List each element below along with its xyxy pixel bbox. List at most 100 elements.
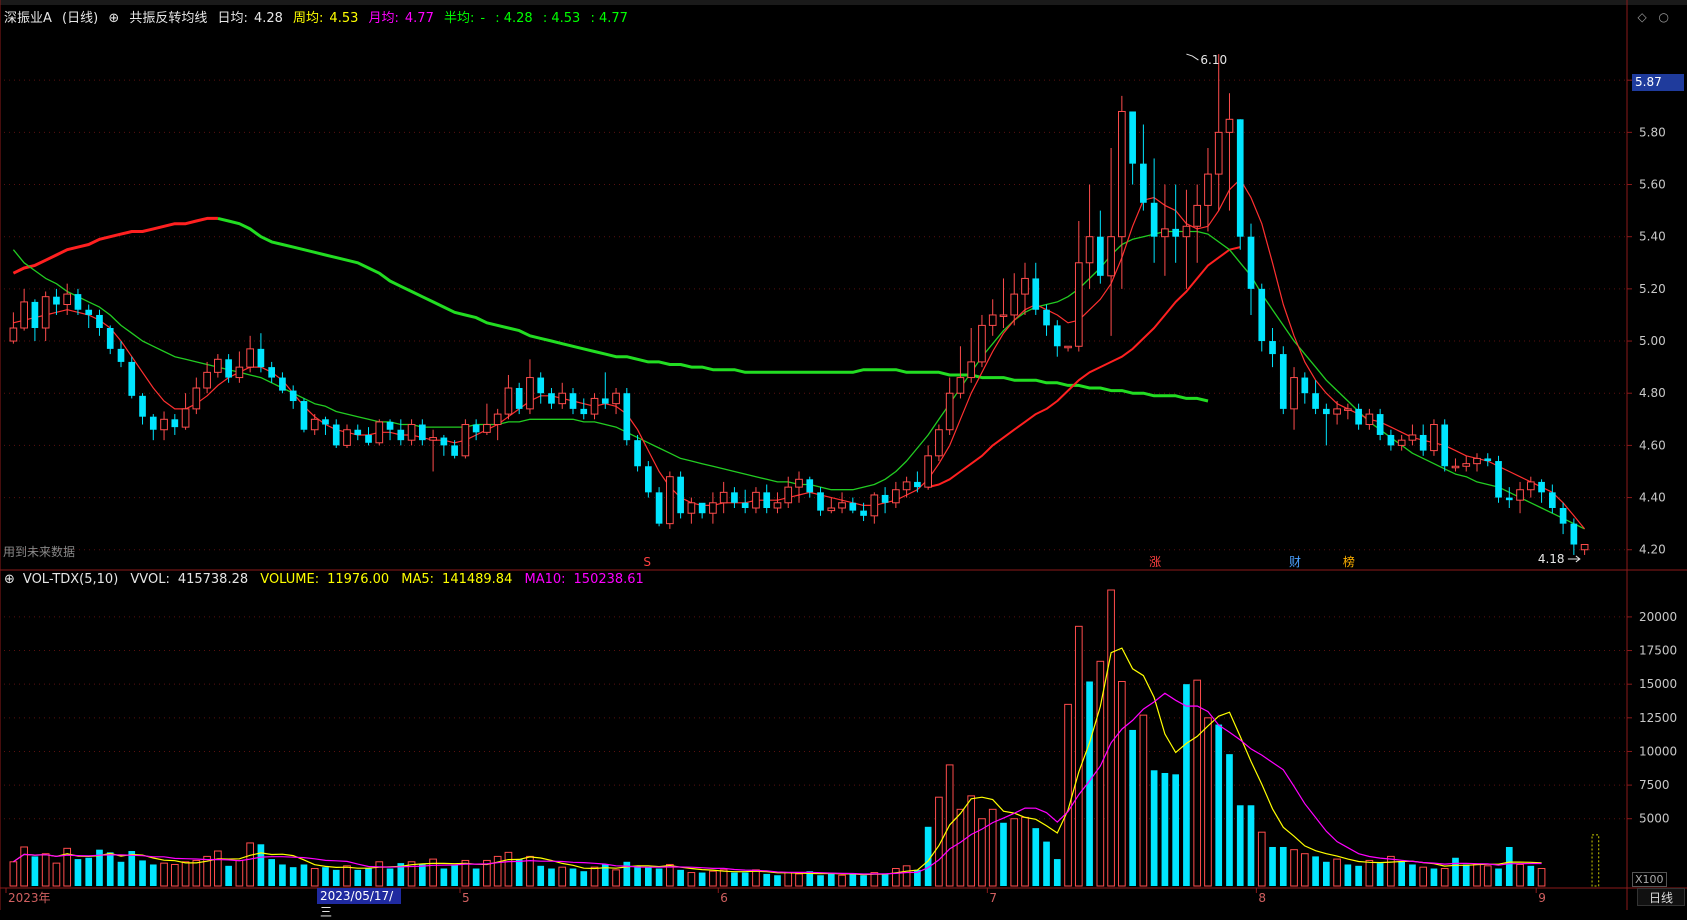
candle-body-down <box>1495 461 1502 498</box>
volume-bar-up <box>1107 589 1115 887</box>
current-price-badge: 5.87 <box>1632 74 1684 91</box>
candle-body-up <box>1430 424 1438 452</box>
ma5-value: 141489.84 <box>442 572 513 587</box>
volume-bar-down <box>289 867 297 886</box>
event-marker: 涨 <box>1149 554 1161 569</box>
volume-bar-up <box>1290 849 1298 887</box>
volume-bar-up <box>246 842 254 887</box>
long-ma-green-line <box>217 216 1209 403</box>
candle-body-up <box>246 348 254 368</box>
candle-body-up <box>1021 277 1029 295</box>
candle-body-down <box>1043 309 1050 326</box>
candle-body-up <box>429 437 437 441</box>
candle-body-down <box>74 294 82 310</box>
high-label: 6.10 <box>1200 53 1227 67</box>
volume-bar-down <box>106 852 114 886</box>
volume-bar-down <box>548 868 555 886</box>
candle-body-down <box>1172 228 1180 237</box>
volume-bar-down <box>1398 861 1406 886</box>
candle-body-up <box>1064 345 1072 349</box>
price-tick-label: 4.40 <box>1639 491 1666 505</box>
candle-body-up <box>902 481 911 491</box>
volume-header: ⊕ VOL-TDX(5,10) VVOL: 415738.28 VOLUME: 119… <box>4 572 652 590</box>
price-axis-ticks: 6.005.805.605.405.205.004.804.604.404.20 <box>4 73 1666 557</box>
volume-bar-up <box>838 874 846 887</box>
candle-body-down <box>580 408 588 415</box>
volume-bar-down <box>827 873 835 886</box>
volume-tick-label: 5000 <box>1639 812 1670 826</box>
candle-body-down <box>171 419 179 428</box>
kline-chart[interactable]: 6.005.805.605.405.205.004.804.604.404.20… <box>0 0 1687 910</box>
volume-bar-up <box>784 872 793 887</box>
volume-bar-down <box>85 857 93 886</box>
high-pointer <box>1186 53 1199 61</box>
volume-indicator-name[interactable]: VOL-TDX(5,10) <box>23 572 118 587</box>
candle-body-down <box>817 492 824 511</box>
volume-bar-down <box>537 865 545 886</box>
volume-bar-up <box>1365 859 1374 887</box>
volume-bar-down <box>440 868 448 886</box>
volume-bar-up <box>20 846 28 887</box>
volume-bar-down <box>849 873 857 886</box>
price-tick-label: 5.20 <box>1639 282 1666 296</box>
volume-bar-up <box>310 868 319 887</box>
volume-bar-up <box>504 851 513 887</box>
candle-body-up <box>160 418 168 431</box>
volume-bar-down <box>300 864 308 886</box>
volume-bar-up <box>1419 866 1428 887</box>
volume-bar-down <box>386 868 394 886</box>
vvol-label: VVOL: <box>130 572 170 587</box>
volume-indicator-icon[interactable]: ⊕ <box>4 572 15 587</box>
candle-body-down <box>53 296 60 305</box>
candle-body-up <box>1365 413 1374 426</box>
candle-body-down <box>601 398 609 404</box>
candle-body-up <box>504 387 513 415</box>
candle-body-down <box>1129 111 1136 164</box>
volume-bar-down <box>1279 846 1287 886</box>
volume-bar-down <box>74 859 82 886</box>
candle-body-up <box>666 476 674 525</box>
candle-body-down <box>731 492 738 503</box>
price-tick-label: 4.60 <box>1639 438 1666 452</box>
candle-body-up <box>870 494 879 517</box>
volume-bar-down <box>817 875 824 886</box>
candle-body-up <box>1182 225 1191 238</box>
volume-bar-up <box>1516 863 1524 887</box>
volume-bar-up <box>666 863 674 887</box>
volume-bar-down <box>257 844 265 886</box>
volume-bar-up <box>1193 679 1202 887</box>
candle-body-down <box>623 393 631 441</box>
candle-body-down <box>225 359 232 378</box>
ma10-value: 150238.61 <box>573 572 644 587</box>
volume-tick-label: 20000 <box>1639 610 1677 624</box>
candle-body-down <box>354 429 362 435</box>
volume-bar-up <box>41 853 50 887</box>
candle-body-up <box>1161 228 1169 238</box>
price-tick-label: 5.40 <box>1639 230 1666 244</box>
candle-body-up <box>988 314 997 326</box>
candle-body-down <box>1355 408 1362 425</box>
volume-bar-down <box>741 872 749 886</box>
volume-bar-down <box>418 864 426 886</box>
volume-bar-down <box>332 869 340 886</box>
candle-body-up <box>9 327 18 342</box>
volume-value: 11976.00 <box>327 572 390 587</box>
price-tick-label: 4.20 <box>1639 543 1666 557</box>
volume-bar-up <box>892 868 900 887</box>
price-tick-label: 5.00 <box>1639 334 1666 348</box>
candle-body-up <box>483 424 491 433</box>
volume-bar-up <box>170 863 179 887</box>
volume-bar-down <box>1161 772 1169 886</box>
volume-bar-down <box>655 868 663 886</box>
candle-body-down <box>332 424 340 446</box>
candle-body-down <box>85 309 93 315</box>
time-tick-label: 5 <box>462 891 470 905</box>
candle-body-up <box>526 377 534 410</box>
volume-bar-down <box>1355 865 1362 886</box>
volume-bar-down <box>644 867 652 886</box>
candle-body-down <box>1096 236 1104 276</box>
volume-bar-up <box>612 869 620 887</box>
period-button[interactable]: 日线 <box>1637 888 1685 906</box>
candle-body-down <box>386 421 394 430</box>
volume-bar-up <box>1118 680 1126 887</box>
